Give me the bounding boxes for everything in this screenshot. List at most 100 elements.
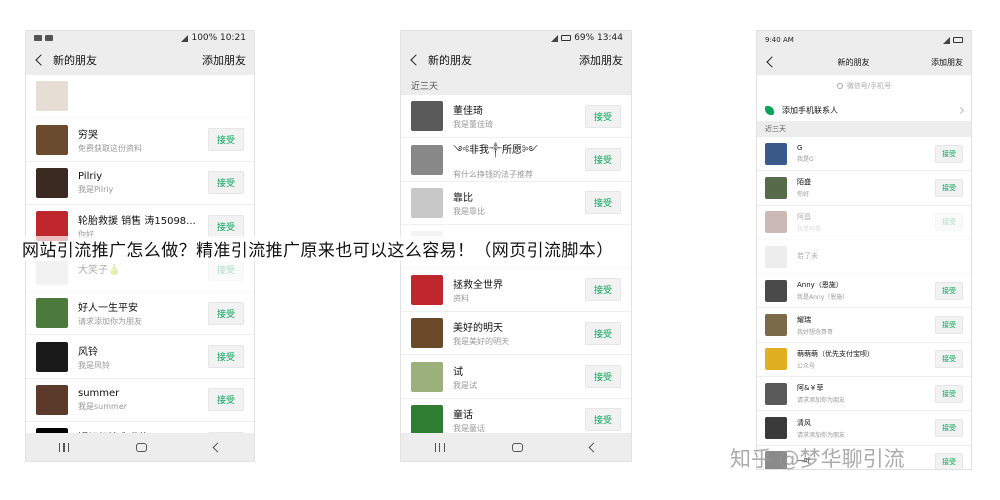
avatar[interactable] [36,341,68,372]
friend-request-row[interactable]: 陌盛 你好 接受 [757,171,971,206]
friend-request-row[interactable]: 风铃 我是风铃 接受 [26,335,254,379]
section-label: 近三天 [401,75,631,95]
recent-apps-icon[interactable] [59,442,70,452]
friend-info: 风铃 我是风铃 [78,343,208,371]
accept-button[interactable]: 接受 [584,321,621,345]
friend-request-row[interactable]: 拯救全世界 资料 接受 [401,269,631,312]
request-message: 我是靠比 [453,206,485,216]
avatar[interactable] [765,314,787,337]
request-message: 我好想念哥哥 [797,328,834,336]
friend-name: 陌盛 [797,178,811,187]
back-key-icon[interactable] [588,442,599,452]
accept-button[interactable]: 接受 [584,191,621,215]
accept-button[interactable]: 接受 [584,365,621,389]
avatar[interactable] [765,142,787,165]
friend-request-row[interactable]: 董佳琦 我是董佳琦 接受 [401,95,631,139]
accept-button[interactable]: 接受 [935,316,963,335]
friend-name: 试 [453,366,463,378]
accept-button[interactable]: 接受 [207,301,244,325]
avatar[interactable] [36,167,68,198]
friend-request-row[interactable]: G 我是G 接受 [757,137,971,172]
avatar[interactable] [36,298,68,329]
add-phone-contacts-item[interactable]: 添加手机联系人 [757,99,971,121]
friend-request-row[interactable]: 清风 请求添加你为朋友 接受 [757,411,971,446]
accept-button[interactable]: 接受 [207,258,244,282]
home-icon[interactable] [135,442,147,452]
avatar[interactable] [411,404,443,435]
avatar[interactable] [765,417,787,440]
accept-button[interactable]: 接受 [935,213,963,232]
accept-button[interactable]: 接受 [584,408,621,432]
friend-request-row[interactable]: 若了未 [757,240,971,275]
back-arrow-icon[interactable] [35,54,47,66]
avatar[interactable] [765,176,787,199]
friend-info: 若了未 [797,251,963,263]
avatar[interactable] [411,361,443,392]
request-message: 我是美好的明天 [453,337,509,347]
avatar[interactable] [36,81,68,112]
friend-request-row[interactable]: 阿昌 我是阿昌 接受 [757,206,971,240]
avatar[interactable] [411,187,443,218]
avatar[interactable] [765,245,787,268]
accept-button[interactable]: 接受 [207,214,244,238]
request-message: 我是Pilriy [78,184,114,194]
friend-request-row[interactable]: 阿&￥菲 请求添加你为朋友 接受 [757,377,971,412]
friend-request-row[interactable]: 好人一生平安 请求添加你为朋友 接受 [26,292,254,336]
friend-request-row[interactable]: Pilriy 我是Pilriy 接受 [26,162,254,206]
friend-request-row[interactable]: 穷哭 免费获取这份资料 接受 [26,118,254,162]
accept-button[interactable]: 接受 [584,148,621,172]
section-label: 近三天 [757,121,971,137]
add-friend-button[interactable]: 添加朋友 [931,57,963,68]
friend-request-row[interactable]: 美好的明天 我是美好的明天 接受 [401,312,631,356]
recent-apps-icon[interactable] [434,442,445,452]
accept-button[interactable]: 接受 [935,350,963,369]
friend-name: 清风 [797,418,811,427]
back-key-icon[interactable] [212,442,223,452]
friend-request-row[interactable]: 试我是试 接受 [401,355,631,399]
back-arrow-icon[interactable] [410,54,422,66]
friend-name: 萌萌萌（优先支付宝呗） [797,349,874,358]
avatar[interactable] [411,274,443,305]
avatar[interactable] [411,144,443,175]
avatar[interactable] [765,382,787,405]
avatar[interactable] [411,101,443,132]
accept-button[interactable]: 接受 [584,278,621,302]
avatar[interactable] [36,124,68,155]
request-message: 我是试 [453,380,477,390]
avatar[interactable] [765,348,787,371]
friend-request-row[interactable]: 靠比 我是靠比 接受 [401,182,631,226]
accept-button[interactable]: 接受 [207,345,244,369]
friend-name: 若了未 [797,251,818,260]
accept-button[interactable]: 接受 [207,171,244,195]
page-title: 新的朋友 [837,57,870,67]
request-message: 公众号 [797,362,816,370]
add-friend-button[interactable]: 添加朋友 [202,52,246,68]
accept-button[interactable]: 接受 [207,388,244,412]
accept-button[interactable]: 接受 [935,453,963,469]
home-icon[interactable] [511,442,523,452]
friend-request-row[interactable]: 萌萌萌（优先支付宝呗） 公众号 接受 [757,343,971,378]
friend-request-row[interactable]: summer 我是summer 接受 [26,379,254,423]
accept-button[interactable]: 接受 [935,384,963,403]
accept-button[interactable]: 接受 [935,281,963,300]
friend-request-row[interactable] [26,75,254,119]
search-input[interactable]: 微信号/手机号 [765,79,963,93]
add-friend-button[interactable]: 添加朋友 [579,52,623,68]
accept-button[interactable]: 接受 [935,419,963,438]
accept-button[interactable]: 接受 [207,128,244,152]
avatar[interactable] [411,318,443,349]
back-arrow-icon[interactable] [766,56,778,68]
accept-button[interactable]: 接受 [584,104,621,128]
friend-request-row[interactable]: ༺非我༒所愿༻ 有什么挣钱的法子推荐 接受 [401,138,631,182]
accept-button[interactable]: 接受 [935,144,963,163]
avatar[interactable] [765,279,787,302]
nav-bar: 新的朋友 添加朋友 [26,45,254,75]
friend-info: 拯救全世界 资料 [453,276,585,304]
avatar[interactable] [36,384,68,415]
accept-button[interactable]: 接受 [935,178,963,197]
friend-request-row[interactable]: Anny（恩施） 我是Anny（恩施） 接受 [757,274,971,309]
avatar[interactable] [765,211,787,234]
friend-info: 阿&￥菲 请求添加你为朋友 [797,383,935,404]
status-time: 9:40 AM [765,36,794,44]
friend-request-row[interactable]: 耀瑞 我好想念哥哥 接受 [757,308,971,343]
